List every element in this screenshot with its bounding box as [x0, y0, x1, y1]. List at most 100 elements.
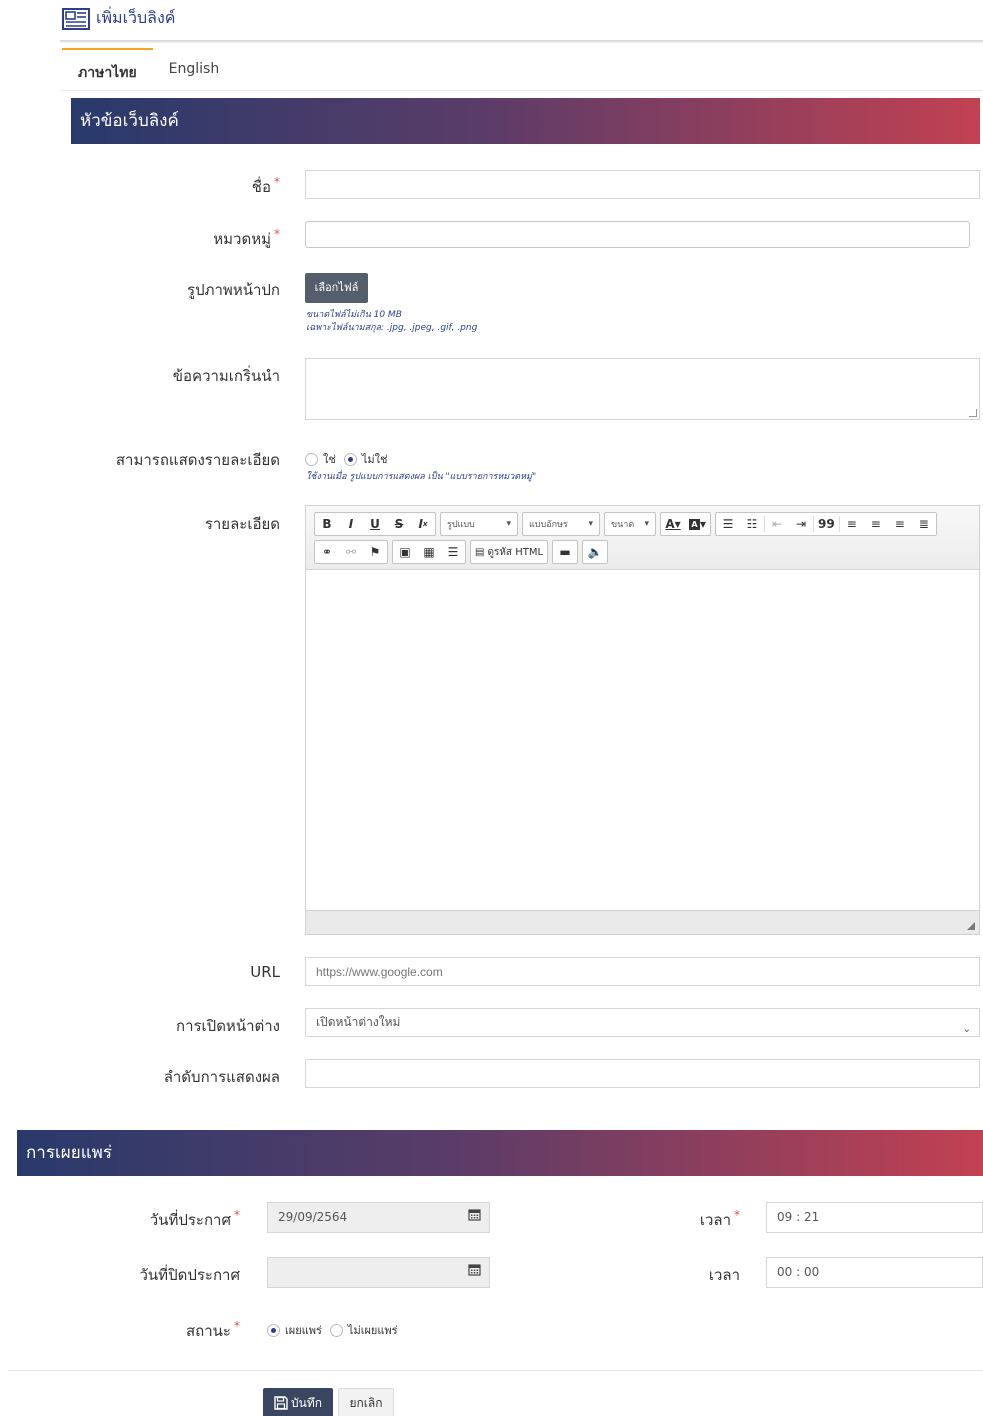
announce-date-value: 29/09/2564	[278, 1210, 348, 1224]
floppy-disk-icon	[274, 1396, 288, 1410]
status-label-text: สถานะ	[186, 1322, 231, 1340]
image-icon[interactable]: ▣	[393, 541, 417, 563]
file-hint: ขนาดไฟล์ไม่เกิน 10 MB เฉพาะไฟล์นามสกุล: …	[306, 309, 477, 335]
show-detail-hint: ใช้งานเมื่อ รูปแบบการแสดงผล เป็น "แบบราย…	[306, 472, 537, 482]
align-right-icon[interactable]: ≡	[888, 513, 912, 535]
announce-date-input[interactable]: 29/09/2564	[267, 1202, 490, 1233]
cancel-button[interactable]: ยกเลิก	[338, 1388, 394, 1416]
intro-label: ข้อความเกริ่นนำ	[172, 367, 280, 385]
blockquote-icon[interactable]: 99	[814, 513, 839, 535]
detail-label: รายละเอียด	[204, 515, 280, 533]
chevron-down-icon: ▾	[588, 519, 593, 529]
url-input[interactable]	[305, 957, 980, 986]
section-header-publish: การเผยแพร่	[17, 1130, 983, 1176]
radio-publish[interactable]	[267, 1323, 280, 1337]
status-publish-text: เผยแพร่	[285, 1324, 322, 1337]
size-dropdown-text: ขนาด	[611, 520, 635, 530]
category-select[interactable]	[305, 221, 970, 248]
bullet-list-icon[interactable]: ☷	[740, 513, 764, 535]
font-dropdown[interactable]: แบบอักษร ▾	[522, 512, 600, 536]
insert-group: ▣ ▦ ☰	[392, 540, 466, 564]
audio-icon[interactable]: 🔈	[583, 541, 607, 563]
size-dropdown[interactable]: ขนาด ▾	[604, 512, 656, 536]
radio-yes[interactable]	[305, 452, 318, 466]
open-window-value: เปิดหน้าต่างใหม่	[316, 1015, 401, 1029]
required-mark: *	[234, 1208, 240, 1222]
show-detail-yes-text: ใช่	[323, 453, 336, 466]
indent-icon[interactable]: ⇥	[789, 513, 813, 535]
display-order-input[interactable]	[305, 1059, 980, 1088]
open-window-select[interactable]: เปิดหน้าต่างใหม่ ⌄	[305, 1008, 980, 1037]
status-radio-group: เผยแพร่ ไม่เผยแพร่	[267, 1321, 398, 1339]
numbered-list-icon[interactable]: ☰	[716, 513, 740, 535]
link-icon[interactable]: ⚭	[315, 541, 339, 563]
cover-image-label: รูปภาพหน้าปก	[187, 281, 280, 299]
show-detail-yes-option[interactable]: ใช่	[305, 450, 336, 468]
strikethrough-button[interactable]: S	[387, 513, 411, 535]
show-detail-no-option[interactable]: ไม่ใช่	[343, 450, 387, 468]
required-mark: *	[234, 1319, 240, 1333]
bold-button[interactable]: B	[315, 513, 339, 535]
anchor-flag-icon[interactable]: ⚑	[363, 541, 387, 563]
align-center-icon[interactable]: ≡	[864, 513, 888, 535]
unlink-icon[interactable]: ⚯	[339, 541, 363, 563]
name-label: ชื่อ *	[100, 175, 280, 199]
embed-group: ▬	[552, 540, 579, 564]
paragraph-group: ☰ ☷ ⇤ ⇥ 99 ≡ ≡ ≡ ≣	[715, 512, 937, 536]
video-icon[interactable]: ▬	[553, 541, 577, 563]
open-window-label: การเปิดหน้าต่าง	[175, 1017, 280, 1035]
horizontal-rule-icon[interactable]: ☰	[441, 541, 465, 563]
editor-content-area[interactable]	[306, 570, 979, 910]
name-input[interactable]	[305, 170, 980, 199]
toolbar-row-1: B I U S Ix รูปแบบ ▾ แบบอักษร ▾ ขนาด ▾ A▾ A ▾…	[314, 512, 971, 536]
show-detail-label: สามารถแสดงรายละเอียด	[115, 451, 280, 469]
file-type-hint: เฉพาะไฟล์นามสกุล: .jpg, .jpeg, .gif, .pn…	[306, 323, 478, 333]
tab-divider	[60, 90, 983, 91]
close-date-label: วันที่ปิดประกาศ	[139, 1266, 241, 1284]
tab-thai[interactable]: ภาษาไทย	[62, 48, 153, 90]
status-label: สถานะ *	[60, 1319, 240, 1343]
calendar-icon[interactable]	[468, 1263, 481, 1276]
page-title: เพิ่มเว็บลิงค์	[62, 6, 176, 31]
announce-time-input[interactable]: 09 : 21	[766, 1202, 983, 1233]
announce-date-label: วันที่ประกาศ *	[60, 1208, 240, 1232]
italic-button[interactable]: I	[339, 513, 363, 535]
text-style-group: B I U S Ix	[314, 512, 436, 536]
text-color-button[interactable]: A▾	[661, 513, 685, 535]
align-justify-icon[interactable]: ≣	[912, 513, 936, 535]
resize-handle[interactable]	[967, 922, 975, 930]
tab-english[interactable]: English	[153, 48, 236, 90]
font-dropdown-text: แบบอักษร	[529, 520, 568, 530]
calendar-icon[interactable]	[468, 1208, 481, 1221]
view-source-button[interactable]: ▤ ดูรหัส HTML	[471, 541, 547, 563]
intro-textarea[interactable]	[305, 358, 980, 420]
close-time-label: เวลา	[708, 1266, 740, 1284]
radio-no[interactable]	[343, 452, 357, 466]
choose-file-button[interactable]: เลือกไฟล์	[305, 273, 368, 303]
footer-divider	[8, 1370, 983, 1371]
chevron-down-icon: ⌄	[962, 1024, 971, 1035]
close-time-input[interactable]: 00 : 00	[766, 1257, 983, 1288]
save-button[interactable]: บันทึก	[263, 1388, 333, 1416]
title-divider	[60, 40, 983, 43]
format-dropdown[interactable]: รูปแบบ ▾	[440, 512, 518, 536]
bg-color-button[interactable]: A ▾	[685, 513, 710, 535]
page-title-text: เพิ่มเว็บลิงค์	[96, 8, 176, 27]
remove-format-button[interactable]: Ix	[411, 513, 435, 535]
status-publish-option[interactable]: เผยแพร่	[267, 1321, 322, 1339]
section-header-weblink: หัวข้อเว็บลิงค์	[71, 98, 980, 144]
radio-unpublish[interactable]	[329, 1323, 343, 1337]
underline-button[interactable]: U	[363, 513, 387, 535]
status-unpublish-option[interactable]: ไม่เผยแพร่	[329, 1321, 398, 1339]
outdent-icon[interactable]: ⇤	[765, 513, 789, 535]
align-left-icon[interactable]: ≡	[840, 513, 864, 535]
table-icon[interactable]: ▦	[417, 541, 441, 563]
announce-date-label-text: วันที่ประกาศ	[149, 1211, 231, 1229]
source-icon: ▤	[475, 546, 485, 558]
category-label-text: หมวดหมู่	[213, 230, 271, 248]
close-date-input[interactable]	[267, 1257, 490, 1288]
resize-handle[interactable]	[969, 409, 977, 417]
language-tabs: ภาษาไทย English	[62, 48, 235, 90]
required-mark: *	[274, 227, 280, 241]
category-label: หมวดหมู่ *	[100, 227, 280, 251]
